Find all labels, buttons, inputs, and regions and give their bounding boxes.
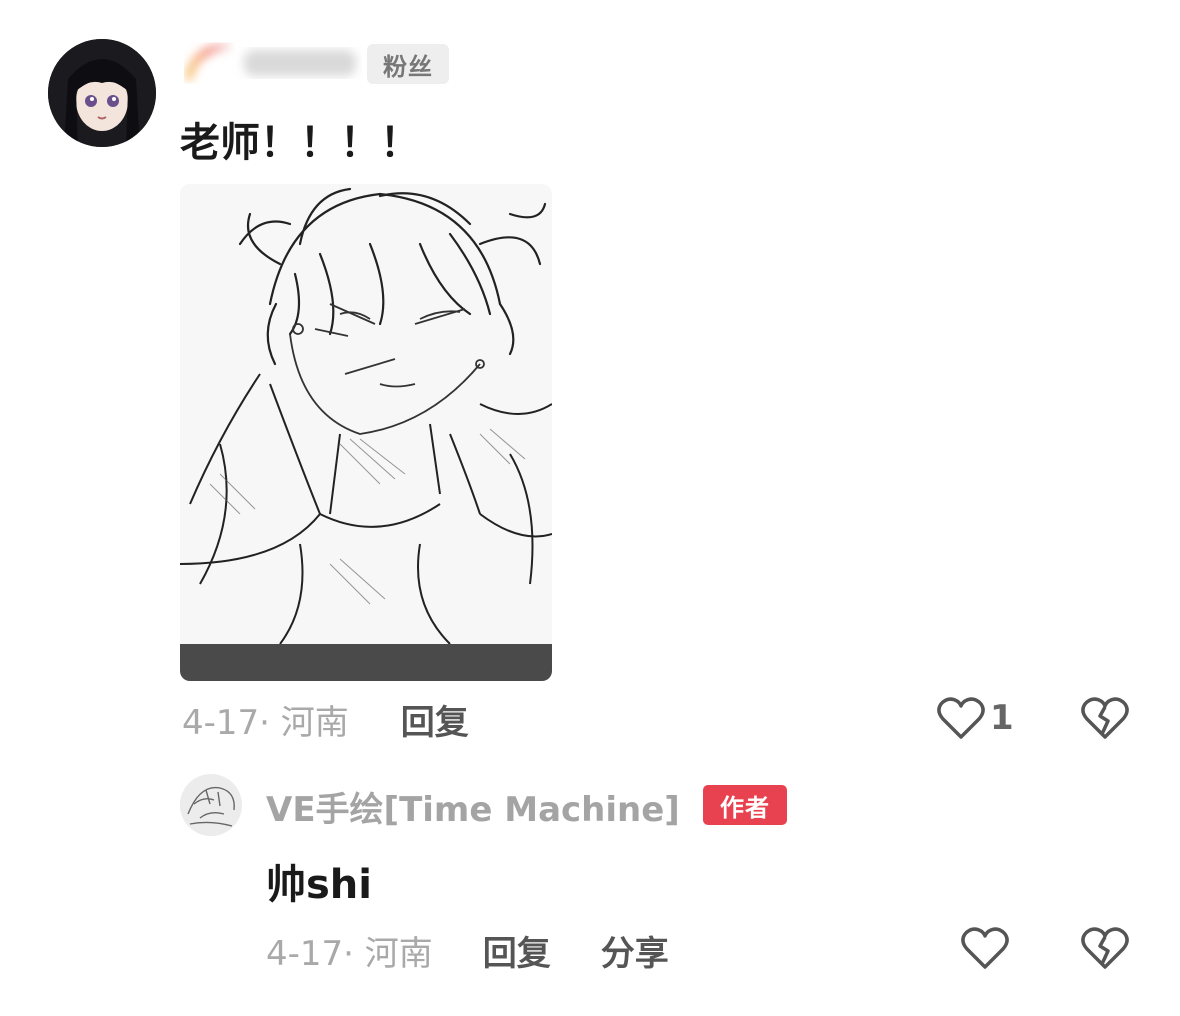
- heart-outline-icon[interactable]: [960, 924, 1010, 972]
- reply-share-button[interactable]: 分享: [601, 926, 669, 975]
- reply-author-name[interactable]: VE手绘[Time Machine]: [266, 782, 680, 831]
- broken-heart-icon[interactable]: [1080, 694, 1130, 742]
- comment-meta: 4-17· 河南 回复: [182, 695, 469, 744]
- comment-reply-button[interactable]: 回复: [401, 695, 469, 744]
- commenter-username[interactable]: [184, 40, 362, 86]
- commenter-avatar[interactable]: [48, 39, 156, 147]
- reply-meta: 4-17· 河南 回复 分享: [266, 926, 669, 975]
- comment-date-location: 4-17· 河南: [182, 702, 349, 743]
- reply-text: 帅shi: [266, 862, 372, 908]
- reply-author-avatar[interactable]: [180, 774, 242, 836]
- reply-date-location: 4-17· 河南: [266, 933, 433, 974]
- fan-badge: 粉丝: [367, 44, 449, 84]
- reply-reply-button[interactable]: 回复: [483, 926, 551, 975]
- comment-image-sketch[interactable]: [180, 184, 552, 681]
- like-count: 1: [990, 698, 1014, 738]
- broken-heart-icon[interactable]: [1080, 924, 1130, 972]
- author-badge: 作者: [703, 785, 787, 825]
- comment-text: 老师！！！！: [180, 120, 420, 166]
- heart-outline-icon[interactable]: [936, 694, 986, 742]
